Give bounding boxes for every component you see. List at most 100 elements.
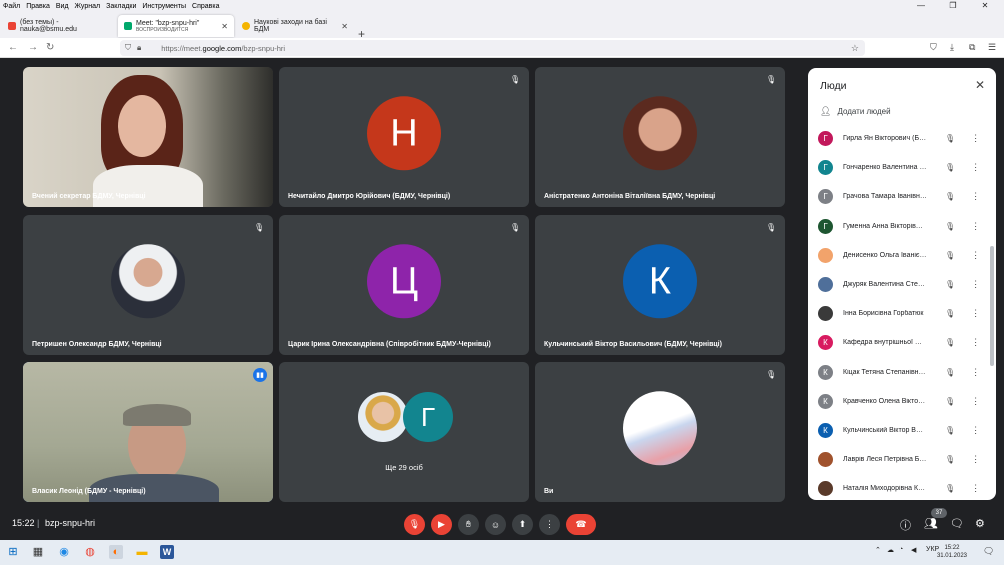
tile-participant[interactable]: Вчений секретар БДМУ, Чернівці [23, 67, 273, 207]
more-options-icon[interactable]: ⋮ [971, 425, 980, 436]
people-list-item[interactable]: Інна Борисівна Горбатюк 🎙︎ ⋮ [818, 299, 988, 328]
menu-edit[interactable]: Правка [26, 3, 50, 10]
people-list-item[interactable]: Г Гончаренко Валентина … 🎙︎ ⋮ [818, 153, 988, 182]
reload-icon[interactable]: ↻ [46, 42, 54, 53]
restore-icon[interactable]: ❐ [940, 0, 966, 12]
file-explorer-icon[interactable]: ▬ [135, 545, 149, 559]
extensions-icon[interactable]: ⧉ [969, 42, 975, 53]
back-icon[interactable]: ← [8, 42, 18, 53]
people-list-item[interactable]: Денисенко Ольга Іваніє… 🎙︎ ⋮ [818, 241, 988, 270]
menu-view[interactable]: Вид [56, 3, 69, 10]
more-options-icon[interactable]: ⋮ [971, 133, 980, 144]
menu-tools[interactable]: Инструменты [142, 3, 186, 10]
leave-call-button[interactable]: ☎︎ [566, 514, 596, 535]
more-options-icon[interactable]: ⋮ [971, 454, 980, 465]
more-options-icon[interactable]: ⋮ [971, 483, 980, 494]
edge-icon[interactable]: ◉ [57, 545, 71, 559]
participant-name: Власик Леонід (БДМУ - Чернівці) [32, 488, 146, 495]
tile-participant[interactable]: ▮▮ Власик Леонід (БДМУ - Чернівці) [23, 362, 273, 502]
avatar [818, 247, 833, 263]
people-list-item[interactable]: К Кравченко Олена Вікто… 🎙︎ ⋮ [818, 387, 988, 416]
person-name: Кіцак Тетяна Степанівн… [843, 368, 926, 376]
mic-off-icon: 🎙︎ [945, 163, 956, 173]
people-list-item[interactable]: Лаврів Леся Петрівна Б… 🎙︎ ⋮ [818, 445, 988, 474]
minimize-icon[interactable]: — [908, 0, 934, 12]
avatar [111, 244, 185, 319]
people-list-item[interactable]: К Кіцак Тетяна Степанівн… 🎙︎ ⋮ [818, 358, 988, 387]
meeting-code: bzp-snpu-hri [45, 518, 96, 528]
more-options-button[interactable]: ⋮ [539, 514, 560, 535]
volume-icon[interactable]: ◀︎ [911, 546, 916, 554]
menu-bookmarks[interactable]: Закладки [106, 3, 136, 10]
raise-hand-button[interactable]: ✋︎ [458, 514, 479, 535]
more-options-icon[interactable]: ⋮ [971, 308, 980, 319]
people-list-item[interactable]: Наталія Миходорівна К… 🎙︎ ⋮ [818, 474, 988, 500]
close-tab-icon[interactable]: ✕ [221, 22, 228, 31]
scrollbar[interactable] [990, 126, 994, 494]
mic-off-icon: 🎙︎ [510, 223, 521, 232]
tile-participant[interactable]: 🎙︎ Н Нечитайло Дмитро Юрійович (БДМУ, Че… [279, 67, 529, 207]
mic-toggle-button[interactable]: 🎙︎ [404, 514, 425, 535]
more-options-icon[interactable]: ⋮ [971, 162, 980, 173]
close-icon[interactable]: ✕ [975, 78, 985, 92]
avatar: Г [818, 131, 833, 146]
present-button[interactable]: ⬆︎ [512, 514, 533, 535]
camera-toggle-button[interactable]: ▶︎ [431, 514, 452, 535]
person-name: Грачова Тамара Іванівн… [843, 193, 927, 201]
info-icon[interactable]: ⓘ [900, 517, 911, 533]
more-options-icon[interactable]: ⋮ [971, 191, 980, 202]
people-list-item[interactable]: К Кафедра внутрішньої … 🎙︎ ⋮ [818, 328, 988, 357]
tab-bar: (без темы) - nauka@bsmu.edu Meet: "bzp-s… [0, 12, 1004, 41]
people-list-item[interactable]: К Кульчинський Віктор В… 🎙︎ ⋮ [818, 416, 988, 445]
people-list-item[interactable]: Г Грачова Тамара Іванівн… 🎙︎ ⋮ [818, 182, 988, 211]
reactions-button[interactable]: ☺︎ [485, 514, 506, 535]
avatar [818, 481, 833, 497]
notifications-icon[interactable]: 🗨︎ [983, 546, 994, 557]
forward-icon[interactable]: → [28, 42, 38, 53]
windows-start-icon[interactable]: ⊞ [6, 545, 20, 559]
people-list-item[interactable]: Джуряк Валентина Сте… 🎙︎ ⋮ [818, 270, 988, 299]
more-options-icon[interactable]: ⋮ [971, 221, 980, 232]
close-window-icon[interactable]: ✕ [972, 0, 998, 12]
tray-chevron-icon[interactable]: ⌃ [875, 546, 881, 554]
tile-participant[interactable]: 🎙︎ Петришен Олександр БДМУ, Чернівці [23, 215, 273, 355]
more-options-icon[interactable]: ⋮ [971, 337, 980, 348]
close-tab-icon[interactable]: ✕ [341, 22, 348, 31]
tile-participant[interactable]: 🎙︎ К Кульчинський Віктор Васильович (БДМ… [535, 215, 785, 355]
more-options-icon[interactable]: ⋮ [971, 250, 980, 261]
bookmark-star-icon[interactable]: ☆ [851, 43, 859, 54]
onedrive-icon[interactable]: ☁︎ [887, 546, 894, 554]
address-bar[interactable]: ⛉ 🔒︎ https://meet.google.com/bzp-snpu-hr… [120, 40, 865, 56]
people-list-item[interactable]: Г Гуменна Анна Вікторів… 🎙︎ ⋮ [818, 212, 988, 241]
calculator-icon[interactable]: ▦ [31, 545, 45, 559]
firefox-icon[interactable]: ◐ [109, 545, 123, 559]
menu-history[interactable]: Журнал [75, 3, 101, 10]
participant-name: Кульчинський Віктор Васильович (БДМУ, Че… [544, 341, 722, 348]
tile-more-participants[interactable]: Г Ще 29 осіб [279, 362, 529, 502]
more-options-icon[interactable]: ⋮ [971, 279, 980, 290]
tab-events[interactable]: Наукові заходи на базі БДМ ✕ [236, 15, 354, 37]
tile-participant[interactable]: 🎙︎ Ц Царик Ірина Олександрівна (Співробі… [279, 215, 529, 355]
add-people-button[interactable]: 👤︎ Додати людей [820, 106, 891, 117]
chrome-icon[interactable]: ◍ [83, 545, 97, 559]
wifi-icon[interactable]: ◔ [899, 546, 903, 553]
tile-self[interactable]: 🎙︎ Ви [535, 362, 785, 502]
menu-icon[interactable]: ☰ [988, 42, 996, 53]
scrollbar-thumb[interactable] [990, 246, 994, 366]
download-icon[interactable]: ⤓ [950, 42, 954, 53]
people-icon[interactable]: 👥︎ [924, 517, 938, 530]
menu-file[interactable]: Файл [3, 3, 20, 10]
tab-mail[interactable]: (без темы) - nauka@bsmu.edu [2, 15, 116, 37]
tab-meet[interactable]: Meet: "bzp-snpu-hri" ВОСПРОИЗВОДИТСЯ ✕ [118, 15, 234, 37]
people-list-item[interactable]: Г Гирла Ян Вікторович (Б… 🎙︎ ⋮ [818, 124, 988, 153]
activities-icon[interactable]: ⚙︎ [975, 517, 985, 530]
chat-icon[interactable]: 🗨︎ [950, 517, 964, 530]
more-options-icon[interactable]: ⋮ [971, 367, 980, 378]
word-icon[interactable]: W [160, 545, 174, 559]
more-options-icon[interactable]: ⋮ [971, 396, 980, 407]
pocket-icon[interactable]: ⛉ [930, 42, 937, 53]
menu-help[interactable]: Справка [192, 3, 219, 10]
avatar: К [623, 244, 697, 319]
system-clock[interactable]: 15:22 31.01.2023 [937, 544, 967, 560]
tile-participant[interactable]: 🎙︎ Аністратенко Антоніна Віталіївна БДМУ… [535, 67, 785, 207]
